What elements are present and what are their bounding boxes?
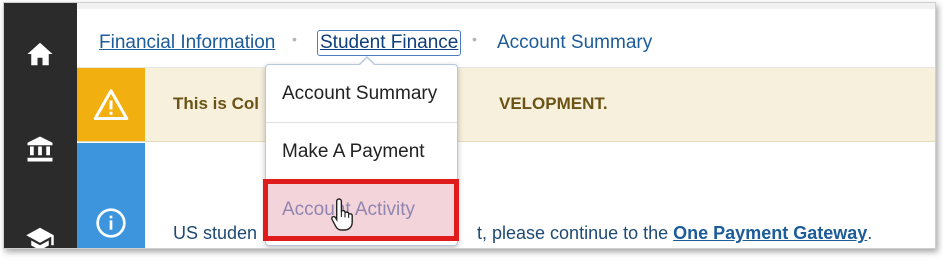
- info-text-rest: t, please continue to the One Payment Ga…: [477, 223, 872, 244]
- highlight-box: [263, 179, 459, 241]
- bank-icon[interactable]: [14, 123, 66, 175]
- breadcrumb-student-finance[interactable]: Student Finance: [317, 30, 462, 56]
- breadcrumb: Financial Information • Student Finance …: [77, 3, 935, 68]
- warning-icon-box: [77, 68, 145, 141]
- graduation-cap-icon[interactable]: [14, 213, 66, 248]
- breadcrumb-financial-information[interactable]: Financial Information: [99, 32, 275, 54]
- home-icon[interactable]: [14, 28, 66, 80]
- warning-text-end: VELOPMENT.: [499, 94, 608, 113]
- breadcrumb-account-summary[interactable]: Account Summary: [497, 32, 652, 54]
- info-circle-icon: [96, 208, 126, 238]
- warning-banner: This is Col VELOPMENT.: [77, 68, 935, 142]
- breadcrumb-separator: •: [292, 31, 297, 47]
- info-banner: US studen t, please continue to the One …: [77, 143, 935, 248]
- warning-triangle-icon: [93, 88, 129, 120]
- info-text-trailing: .: [867, 223, 873, 243]
- menu-item-make-a-payment[interactable]: Make A Payment: [266, 123, 457, 181]
- breadcrumb-separator: •: [472, 31, 477, 47]
- menu-item-account-summary[interactable]: Account Summary: [266, 65, 457, 123]
- sidebar: [4, 3, 77, 248]
- warning-text-start: This is Col: [173, 94, 259, 113]
- screenshot-frame: Financial Information • Student Finance …: [3, 2, 936, 249]
- info-text-start: US studen: [173, 223, 258, 243]
- hand-cursor-icon: [331, 198, 353, 231]
- info-text-middle: t, please continue to the: [477, 223, 669, 243]
- info-icon-box: [77, 143, 145, 248]
- one-payment-gateway-link[interactable]: One Payment Gateway: [673, 223, 867, 243]
